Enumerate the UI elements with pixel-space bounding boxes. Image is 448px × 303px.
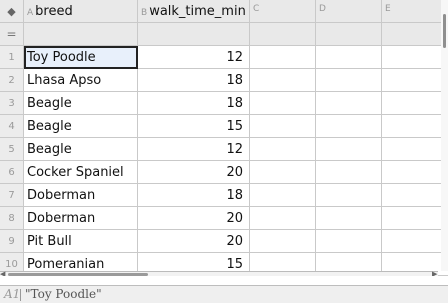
empty-cell[interactable] bbox=[382, 92, 448, 115]
breed-cell[interactable]: Pit Bull bbox=[24, 230, 138, 253]
empty-cell[interactable] bbox=[382, 207, 448, 230]
entry-separator bbox=[20, 289, 21, 301]
breed-cell[interactable]: Lhasa Apso bbox=[24, 69, 138, 92]
empty-cell[interactable] bbox=[316, 46, 382, 69]
breed-cell[interactable]: Beagle bbox=[24, 115, 138, 138]
walk-time-cell[interactable]: 15 bbox=[138, 115, 250, 138]
column-letter: C bbox=[253, 4, 260, 14]
column-header-a[interactable]: Abreed bbox=[24, 0, 138, 23]
walk-time-cell[interactable]: 12 bbox=[138, 46, 250, 69]
empty-cell[interactable] bbox=[316, 92, 382, 115]
breed-cell[interactable]: Beagle bbox=[24, 92, 138, 115]
empty-cell[interactable] bbox=[316, 184, 382, 207]
diamond-icon: ◆ bbox=[7, 5, 16, 18]
empty-cell[interactable] bbox=[250, 161, 316, 184]
formula-row-label: = bbox=[0, 23, 24, 46]
walk-time-cell[interactable]: 12 bbox=[138, 138, 250, 161]
table-row: 2 Lhasa Apso 18 bbox=[0, 69, 448, 92]
column-name: breed bbox=[35, 4, 73, 19]
table-row: 1 Toy Poodle 12 bbox=[0, 46, 448, 69]
spreadsheet: ◆ Abreed Bwalk_time_min C D E = 1 Toy Po… bbox=[0, 0, 448, 276]
row-number[interactable]: 9 bbox=[0, 230, 24, 253]
scroll-left-icon[interactable]: ◀ bbox=[0, 270, 5, 276]
horizontal-scroll-thumb[interactable] bbox=[8, 273, 148, 276]
formula-cell-a[interactable] bbox=[24, 23, 138, 46]
row-number[interactable]: 4 bbox=[0, 115, 24, 138]
formula-row: = bbox=[0, 23, 448, 46]
scroll-right-icon[interactable]: ▶ bbox=[432, 270, 437, 276]
column-header-e[interactable]: E bbox=[382, 0, 448, 23]
empty-cell[interactable] bbox=[382, 230, 448, 253]
empty-cell[interactable] bbox=[250, 230, 316, 253]
table-row: 3 Beagle 18 bbox=[0, 92, 448, 115]
row-number[interactable]: 2 bbox=[0, 69, 24, 92]
entry-value[interactable]: "Toy Poodle" bbox=[25, 287, 102, 301]
walk-time-cell[interactable]: 20 bbox=[138, 207, 250, 230]
empty-cell[interactable] bbox=[382, 138, 448, 161]
table-row: 8 Doberman 20 bbox=[0, 207, 448, 230]
column-letter: D bbox=[319, 4, 326, 14]
empty-cell[interactable] bbox=[316, 115, 382, 138]
breed-cell[interactable]: Toy Poodle bbox=[24, 46, 138, 69]
column-header-d[interactable]: D bbox=[316, 0, 382, 23]
row-number[interactable]: 7 bbox=[0, 184, 24, 207]
breed-cell[interactable]: Doberman bbox=[24, 207, 138, 230]
table-row: 5 Beagle 12 bbox=[0, 138, 448, 161]
empty-cell[interactable] bbox=[382, 46, 448, 69]
vertical-scrollbar[interactable] bbox=[441, 0, 448, 271]
empty-cell[interactable] bbox=[250, 69, 316, 92]
row-number[interactable]: 8 bbox=[0, 207, 24, 230]
table-row: 7 Doberman 18 bbox=[0, 184, 448, 207]
column-header-c[interactable]: C bbox=[250, 0, 316, 23]
formula-cell-b[interactable] bbox=[138, 23, 250, 46]
table-row: 9 Pit Bull 20 bbox=[0, 230, 448, 253]
row-number[interactable]: 6 bbox=[0, 161, 24, 184]
column-header-b[interactable]: Bwalk_time_min bbox=[138, 0, 250, 23]
empty-cell[interactable] bbox=[382, 161, 448, 184]
horizontal-scrollbar[interactable] bbox=[0, 271, 438, 276]
column-header-row: ◆ Abreed Bwalk_time_min C D E bbox=[0, 0, 448, 23]
breed-cell[interactable]: Beagle bbox=[24, 138, 138, 161]
empty-cell[interactable] bbox=[316, 69, 382, 92]
empty-cell[interactable] bbox=[382, 184, 448, 207]
empty-cell[interactable] bbox=[250, 115, 316, 138]
walk-time-cell[interactable]: 18 bbox=[138, 184, 250, 207]
formula-cell-e[interactable] bbox=[382, 23, 448, 46]
walk-time-cell[interactable]: 18 bbox=[138, 69, 250, 92]
walk-time-cell[interactable]: 20 bbox=[138, 230, 250, 253]
empty-cell[interactable] bbox=[250, 184, 316, 207]
empty-cell[interactable] bbox=[316, 207, 382, 230]
formula-cell-c[interactable] bbox=[250, 23, 316, 46]
row-number[interactable]: 3 bbox=[0, 92, 24, 115]
empty-cell[interactable] bbox=[250, 138, 316, 161]
vertical-scroll-thumb[interactable] bbox=[443, 14, 446, 48]
column-letter: A bbox=[27, 8, 34, 18]
equals-icon: = bbox=[6, 27, 17, 41]
empty-cell[interactable] bbox=[382, 69, 448, 92]
empty-cell[interactable] bbox=[316, 161, 382, 184]
corner-cell[interactable]: ◆ bbox=[0, 0, 24, 23]
empty-cell[interactable] bbox=[250, 92, 316, 115]
empty-cell[interactable] bbox=[316, 230, 382, 253]
table-row: 6 Cocker Spaniel 20 bbox=[0, 161, 448, 184]
formula-cell-d[interactable] bbox=[316, 23, 382, 46]
column-letter: B bbox=[141, 8, 148, 18]
walk-time-cell[interactable]: 18 bbox=[138, 92, 250, 115]
row-number[interactable]: 1 bbox=[0, 46, 24, 69]
empty-cell[interactable] bbox=[250, 46, 316, 69]
empty-cell[interactable] bbox=[382, 115, 448, 138]
column-letter: E bbox=[385, 4, 391, 14]
cell-reference: A1 bbox=[4, 287, 21, 301]
breed-cell[interactable]: Doberman bbox=[24, 184, 138, 207]
empty-cell[interactable] bbox=[316, 138, 382, 161]
entry-line[interactable]: A1 "Toy Poodle" bbox=[0, 285, 448, 303]
walk-time-cell[interactable]: 20 bbox=[138, 161, 250, 184]
column-name: walk_time_min bbox=[149, 4, 246, 19]
empty-cell[interactable] bbox=[250, 207, 316, 230]
breed-cell[interactable]: Cocker Spaniel bbox=[24, 161, 138, 184]
table-row: 4 Beagle 15 bbox=[0, 115, 448, 138]
row-number[interactable]: 5 bbox=[0, 138, 24, 161]
